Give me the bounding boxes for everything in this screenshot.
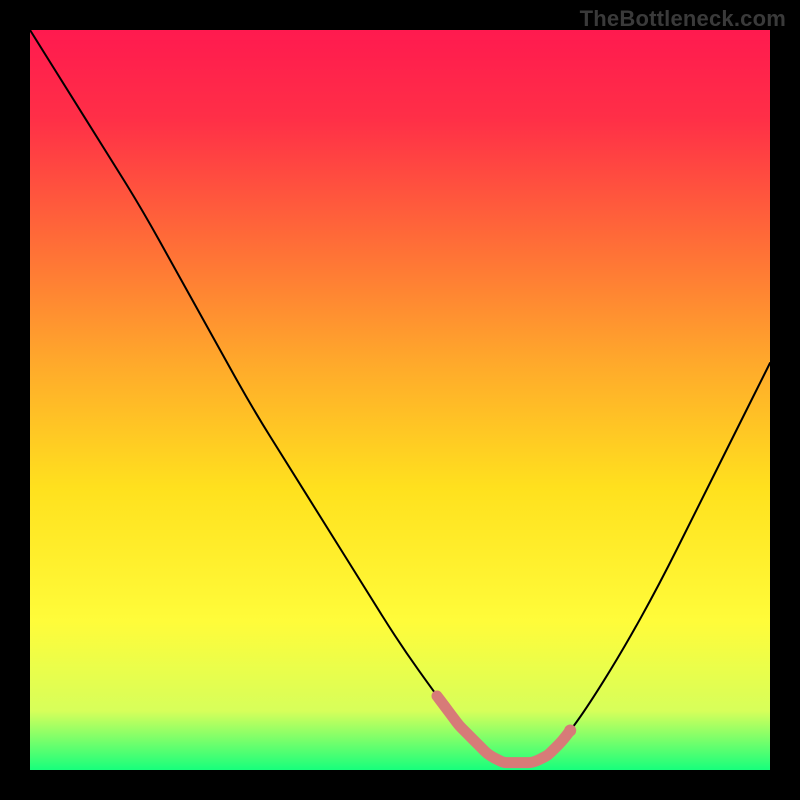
- outer-frame: TheBottleneck.com: [0, 0, 800, 800]
- highlight-end-dot: [564, 725, 576, 737]
- watermark-text: TheBottleneck.com: [580, 6, 786, 32]
- bottleneck-chart: [30, 30, 770, 770]
- plot-background: [30, 30, 770, 770]
